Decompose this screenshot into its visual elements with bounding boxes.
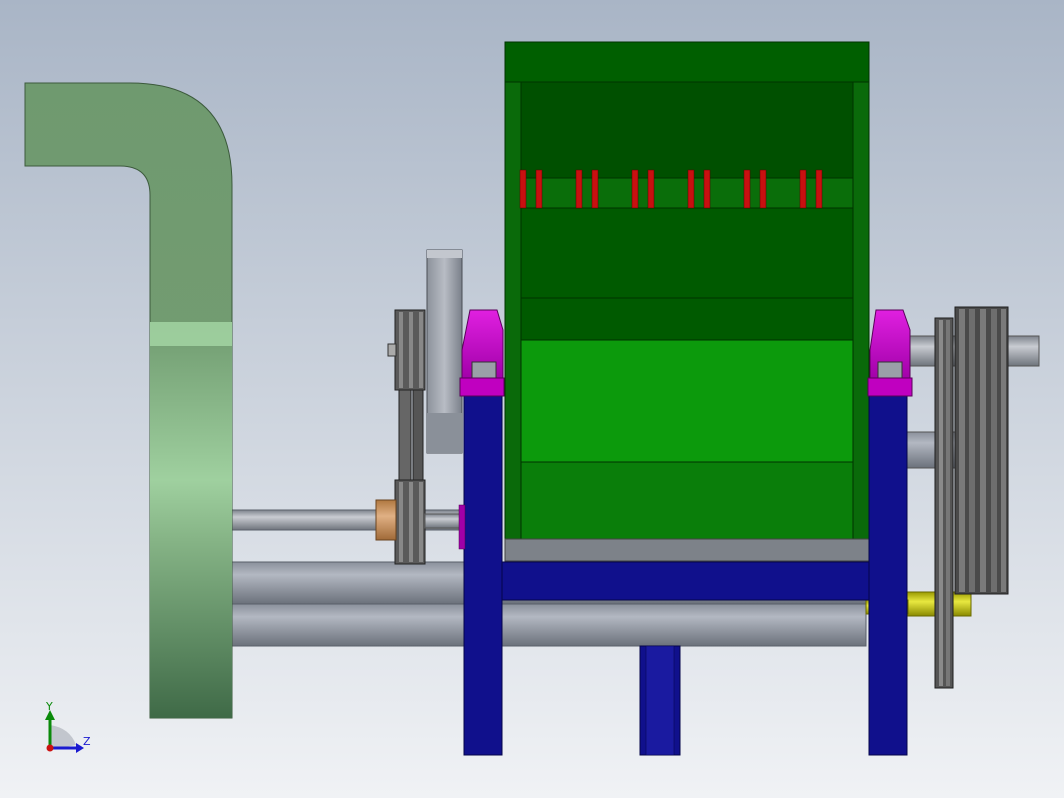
left-flywheel-pulley (426, 249, 463, 454)
crusher-assembly-drawing: Y Z (0, 0, 1064, 798)
triad-y-label: Y (45, 700, 53, 713)
right-belt (934, 317, 954, 689)
coupling-sleeve (375, 499, 397, 541)
crusher-hopper (504, 41, 870, 562)
triad-z-label: Z (83, 735, 91, 748)
triad-x-axis (46, 744, 54, 752)
right-bearing-block (867, 309, 913, 397)
cad-viewport[interactable]: Y Z (0, 0, 1064, 798)
right-pulley-stack (954, 306, 1009, 595)
